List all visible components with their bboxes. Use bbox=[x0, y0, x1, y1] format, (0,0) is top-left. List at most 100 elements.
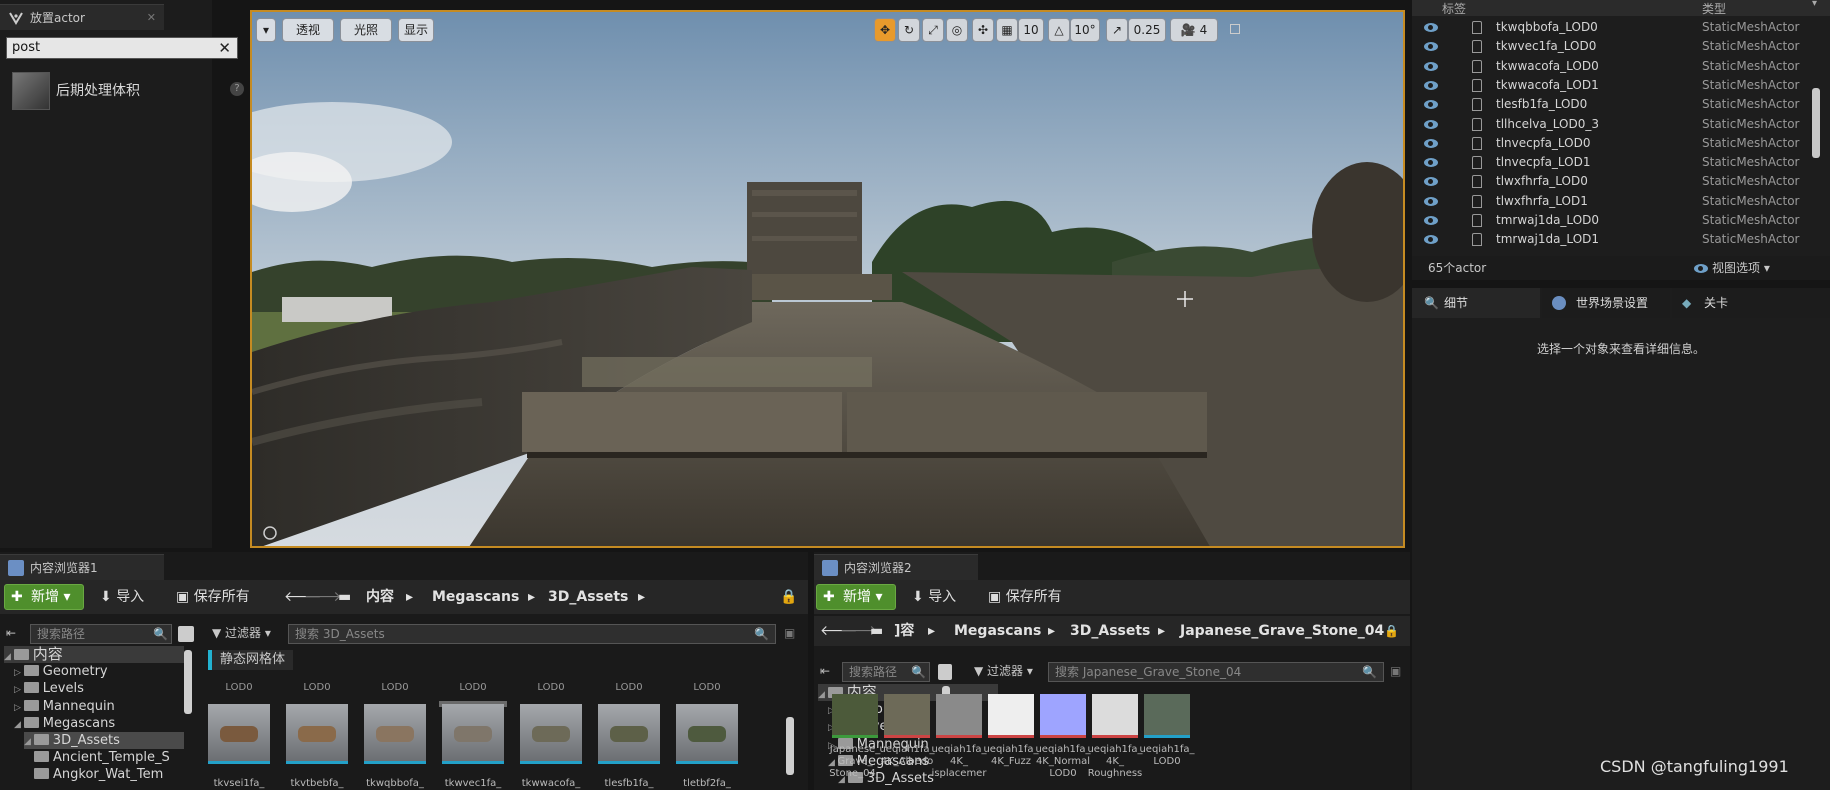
help-icon[interactable]: ? bbox=[230, 82, 244, 96]
visibility-eye-icon[interactable] bbox=[1424, 119, 1438, 129]
tree-folder-item[interactable]: ▷ Levels bbox=[14, 680, 184, 697]
breadcrumb-chevron-icon[interactable]: ▸ bbox=[528, 584, 535, 610]
translate-tool-icon[interactable]: ✥ bbox=[874, 18, 896, 42]
save-all-button[interactable]: ▣ 保存所有 bbox=[988, 584, 1062, 610]
folder-icon[interactable]: ▬ bbox=[870, 618, 883, 644]
visibility-eye-icon[interactable] bbox=[1424, 61, 1438, 71]
column-label[interactable]: 标签 bbox=[1442, 0, 1466, 17]
tab-details[interactable]: 🔍 细节 bbox=[1412, 288, 1540, 318]
breadcrumb-chevron-icon[interactable]: ▸ bbox=[1158, 618, 1165, 644]
path-search-input[interactable]: 搜索路径 🔍 bbox=[842, 662, 930, 682]
surface-snap-icon[interactable]: ✣ bbox=[972, 18, 994, 42]
outliner-row[interactable]: tmrwaj1da_LOD1 StaticMeshActor bbox=[1412, 230, 1830, 249]
breadcrumb-megascans[interactable]: Megascans bbox=[954, 618, 1041, 644]
outliner-row[interactable]: tkwwacofa_LOD0 StaticMeshActor bbox=[1412, 57, 1830, 76]
lighting-button[interactable]: 光照 bbox=[340, 18, 392, 42]
outliner-row[interactable]: tlwxfhrfa_LOD1 StaticMeshActor bbox=[1412, 192, 1830, 211]
tab-levels[interactable]: ◆ 关卡 bbox=[1672, 288, 1830, 318]
search-input[interactable]: post ✕ bbox=[6, 37, 238, 59]
asset-search-input[interactable]: 搜索 Japanese_Grave_Stone_04 🔍 bbox=[1048, 662, 1384, 682]
level-viewport[interactable]: ▾ 透视 光照 显示 ✥ ↻ ⤢ ◎ ✣ ▦ 10 △ 10° ↗ 0.25 🎥… bbox=[250, 10, 1405, 548]
outliner-row[interactable]: tkwwacofa_LOD1 StaticMeshActor bbox=[1412, 76, 1830, 95]
perspective-button[interactable]: 透视 bbox=[282, 18, 334, 42]
breadcrumb-megascans[interactable]: Megascans bbox=[432, 584, 519, 610]
tree-folder-item[interactable]: Angkor_Wat_Tem bbox=[34, 766, 184, 783]
tab-place-actors[interactable]: 放置actor ✕ bbox=[0, 4, 164, 30]
outliner-row[interactable]: tlwxfhrfa_LOD0 StaticMeshActor bbox=[1412, 172, 1830, 191]
outliner-scrollbar[interactable] bbox=[1812, 88, 1820, 158]
show-button[interactable]: 显示 bbox=[398, 18, 434, 42]
visibility-eye-icon[interactable] bbox=[1424, 158, 1438, 168]
outliner-row[interactable]: tlesfb1fa_LOD0 StaticMeshActor bbox=[1412, 95, 1830, 114]
path-search-input[interactable]: 搜索路径 🔍 bbox=[30, 624, 172, 644]
breadcrumb-japanese-grave-stone[interactable]: Japanese_Grave_Stone_04 bbox=[1180, 618, 1384, 644]
scale-snap-icon[interactable]: ↗ bbox=[1106, 18, 1128, 42]
asset-scrollbar[interactable] bbox=[786, 717, 794, 775]
add-new-button[interactable]: ✚ 新增 ▾ bbox=[816, 584, 896, 610]
tree-options-icon[interactable] bbox=[178, 626, 194, 642]
column-type[interactable]: 类型 bbox=[1702, 0, 1726, 17]
visibility-eye-icon[interactable] bbox=[1424, 138, 1438, 148]
save-search-icon[interactable]: ▣ bbox=[1390, 664, 1401, 678]
breadcrumb-3d-assets[interactable]: 3D_Assets bbox=[1070, 618, 1150, 644]
rotate-tool-icon[interactable]: ↻ bbox=[898, 18, 920, 42]
visibility-eye-icon[interactable] bbox=[1424, 216, 1438, 225]
lock-icon[interactable]: 🔒 bbox=[1384, 618, 1399, 644]
world-coords-icon[interactable]: ◎ bbox=[946, 18, 968, 42]
filter-button[interactable]: ▼ 过滤器 ▾ bbox=[212, 624, 271, 641]
tree-scrollbar[interactable] bbox=[184, 650, 192, 714]
breadcrumb-3d-assets[interactable]: 3D_Assets bbox=[548, 584, 628, 610]
filter-button[interactable]: ▼ 过滤器 ▾ bbox=[974, 662, 1033, 679]
add-new-button[interactable]: ✚ 新增 ▾ bbox=[4, 584, 84, 610]
outliner-row[interactable]: tkwvec1fa_LOD0 StaticMeshActor bbox=[1412, 37, 1830, 56]
tree-folder-item[interactable]: ◢ 3D_Assets bbox=[24, 732, 184, 749]
tree-folder-item[interactable]: ◢ 内容 bbox=[4, 646, 184, 663]
maximize-viewport-icon[interactable] bbox=[1230, 24, 1240, 34]
grid-snap-icon[interactable]: ▦ bbox=[996, 18, 1018, 42]
outliner-row[interactable]: tlnvecpfa_LOD0 StaticMeshActor bbox=[1412, 134, 1830, 153]
outliner-row[interactable]: tllhcelva_LOD0_3 StaticMeshActor bbox=[1412, 115, 1830, 134]
tree-folder-item[interactable]: ◢ Megascans bbox=[14, 715, 184, 732]
visibility-eye-icon[interactable] bbox=[1424, 235, 1438, 245]
breadcrumb-chevron-icon[interactable]: ▸ bbox=[928, 618, 935, 644]
tab-world-settings[interactable]: 世界场景设置 bbox=[1542, 288, 1670, 318]
filter-chip-static-mesh[interactable]: 静态网格体 bbox=[208, 650, 294, 670]
save-all-button[interactable]: ▣ 保存所有 bbox=[176, 584, 250, 610]
scale-snap-value[interactable]: 0.25 bbox=[1128, 18, 1166, 42]
breadcrumb-content[interactable]: ]容 bbox=[894, 618, 914, 644]
view-options-button[interactable]: 视图选项 ▾ bbox=[1694, 256, 1770, 280]
visibility-eye-icon[interactable] bbox=[1424, 100, 1438, 110]
breadcrumb-chevron-icon[interactable]: ▸ bbox=[638, 584, 645, 610]
collapse-tree-icon[interactable]: ⇤ bbox=[6, 626, 24, 642]
tab-content-browser-2[interactable]: 内容浏览器2 bbox=[814, 554, 978, 580]
grid-snap-value[interactable]: 10 bbox=[1018, 18, 1044, 42]
tab-content-browser-1[interactable]: 内容浏览器1 bbox=[0, 554, 164, 580]
outliner-row[interactable]: tlnvecpfa_LOD1 StaticMeshActor bbox=[1412, 153, 1830, 172]
visibility-eye-icon[interactable] bbox=[1424, 80, 1438, 90]
lock-icon[interactable]: 🔒 bbox=[780, 584, 797, 610]
save-search-icon[interactable]: ▣ bbox=[784, 626, 795, 640]
close-icon[interactable]: ✕ bbox=[147, 5, 156, 31]
header-menu-icon[interactable]: ▾ bbox=[1812, 0, 1817, 9]
tree-folder-item[interactable]: ▷ Geometry bbox=[14, 663, 184, 680]
breadcrumb-content[interactable]: 内容 bbox=[366, 584, 394, 610]
scale-tool-icon[interactable]: ⤢ bbox=[922, 18, 944, 42]
rotation-snap-icon[interactable]: △ bbox=[1048, 18, 1070, 42]
rotation-snap-value[interactable]: 10° bbox=[1070, 18, 1100, 42]
breadcrumb-chevron-icon[interactable]: ▸ bbox=[406, 584, 413, 610]
clear-search-icon[interactable]: ✕ bbox=[218, 38, 231, 58]
viewport-options-button[interactable]: ▾ bbox=[256, 18, 276, 42]
visibility-eye-icon[interactable] bbox=[1424, 42, 1438, 52]
breadcrumb-chevron-icon[interactable]: ▸ bbox=[1048, 618, 1055, 644]
tree-options-icon[interactable] bbox=[938, 664, 952, 680]
asset-search-input[interactable]: 搜索 3D_Assets 🔍 bbox=[288, 624, 776, 644]
visibility-eye-icon[interactable] bbox=[1424, 196, 1438, 206]
forward-icon[interactable]: 🡒 bbox=[304, 584, 342, 610]
tree-folder-item[interactable]: ▷ Mannequin bbox=[14, 698, 184, 715]
camera-speed-button[interactable]: 🎥 4 bbox=[1170, 18, 1218, 42]
folder-icon[interactable]: ▬ bbox=[338, 584, 351, 610]
outliner-row[interactable]: tkwqbbofa_LOD0 StaticMeshActor bbox=[1412, 18, 1830, 37]
actor-item-post-process-volume[interactable]: 后期处理体积 ? bbox=[8, 70, 244, 114]
collapse-tree-icon[interactable]: ⇤ bbox=[820, 664, 838, 680]
visibility-eye-icon[interactable] bbox=[1424, 23, 1438, 32]
